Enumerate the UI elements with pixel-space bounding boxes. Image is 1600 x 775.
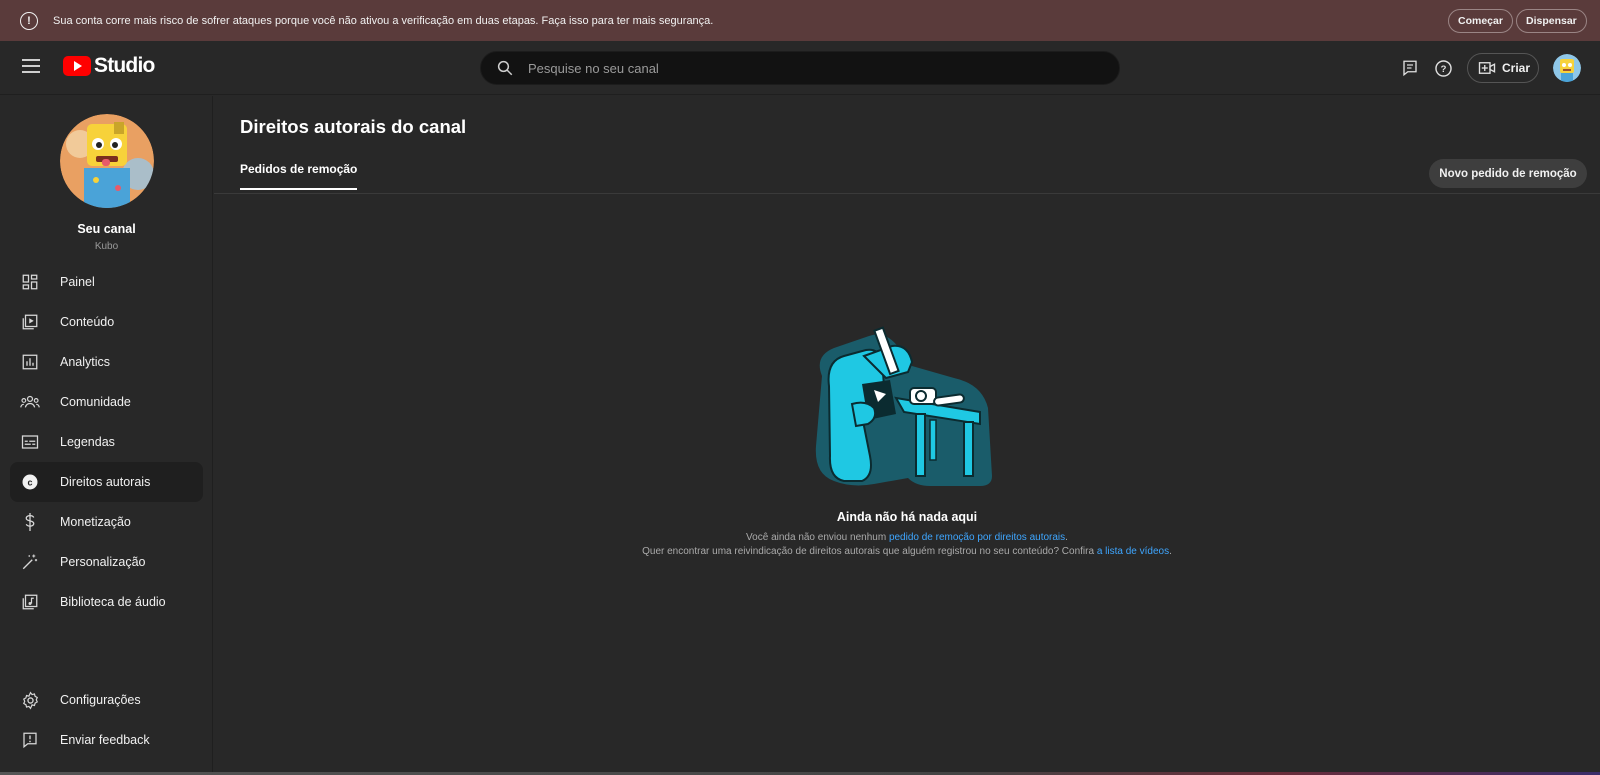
- audio-library-icon: [20, 592, 40, 612]
- svg-text:?: ?: [1440, 64, 1446, 75]
- dashboard-icon: [20, 272, 40, 292]
- tab-divider: [214, 193, 1600, 194]
- nav-item-copyright[interactable]: c Direitos autorais: [10, 462, 203, 502]
- nav-item-community[interactable]: Comunidade: [10, 382, 203, 422]
- top-header: Studio Pesquise no seu canal ? Criar: [0, 41, 1600, 95]
- nav-item-label: Enviar feedback: [60, 733, 150, 747]
- nav-item-label: Legendas: [60, 435, 115, 449]
- nav-item-label: Personalização: [60, 555, 146, 569]
- create-button[interactable]: Criar: [1467, 53, 1539, 83]
- comment-feedback-icon[interactable]: [1399, 57, 1421, 79]
- studio-logo[interactable]: Studio: [63, 54, 155, 78]
- nav-item-label: Monetização: [60, 515, 131, 529]
- removal-request-link[interactable]: pedido de remoção por direitos autorais: [889, 532, 1065, 543]
- nav-item-label: Comunidade: [60, 395, 131, 409]
- sidebar: Seu canal Kubo Painel Conteúdo Analytics…: [0, 96, 213, 775]
- create-video-icon: [1478, 62, 1496, 74]
- copyright-icon: c: [20, 472, 40, 492]
- gear-icon: [20, 690, 40, 710]
- nav-item-settings[interactable]: Configurações: [10, 680, 203, 720]
- account-avatar[interactable]: [1553, 54, 1581, 82]
- nav-item-customization[interactable]: Personalização: [10, 542, 203, 582]
- empty-state-line-1: Você ainda não enviou nenhum pedido de r…: [214, 532, 1600, 543]
- nav-item-label: Biblioteca de áudio: [60, 595, 166, 609]
- nav-item-label: Direitos autorais: [60, 475, 151, 489]
- search-icon: [497, 60, 513, 76]
- magic-wand-icon: [20, 552, 40, 572]
- menu-icon[interactable]: [22, 59, 40, 73]
- empty-state-illustration: [804, 316, 994, 491]
- video-list-link[interactable]: a lista de vídeos: [1097, 546, 1169, 557]
- dollar-icon: [20, 512, 40, 532]
- analytics-icon: [20, 352, 40, 372]
- security-banner: ! Sua conta corre mais risco de sofrer a…: [0, 0, 1600, 41]
- dismiss-button[interactable]: Dispensar: [1516, 9, 1587, 33]
- nav-item-label: Configurações: [60, 693, 141, 707]
- empty-line-2-text: Quer encontrar uma reivindicação de dire…: [642, 546, 1097, 557]
- youtube-play-icon: [63, 56, 91, 76]
- channel-title: Seu canal: [77, 222, 136, 236]
- nav-item-label: Painel: [60, 275, 95, 289]
- banner-message: Sua conta corre mais risco de sofrer ata…: [53, 14, 714, 27]
- start-button[interactable]: Começar: [1448, 9, 1513, 33]
- subtitles-icon: [20, 432, 40, 452]
- main-content: Direitos autorais do canal Pedidos de re…: [214, 96, 1600, 775]
- search-placeholder: Pesquise no seu canal: [528, 60, 659, 76]
- svg-text:c: c: [27, 477, 32, 487]
- new-removal-request-button[interactable]: Novo pedido de remoção: [1429, 159, 1587, 188]
- empty-state-title: Ainda não há nada aqui: [836, 510, 978, 524]
- nav-item-label: Analytics: [60, 355, 111, 369]
- nav-item-audio-library[interactable]: Biblioteca de áudio: [10, 582, 203, 622]
- nav-item-label: Conteúdo: [60, 315, 115, 329]
- tab-removal-requests[interactable]: Pedidos de remoção: [240, 162, 358, 190]
- content-icon: [20, 312, 40, 332]
- empty-state-line-2: Quer encontrar uma reivindicação de dire…: [214, 546, 1600, 557]
- empty-line-1-text: Você ainda não enviou nenhum: [746, 532, 889, 543]
- channel-handle: Kubo: [94, 241, 119, 252]
- nav-item-monetization[interactable]: Monetização: [10, 502, 203, 542]
- alert-icon: !: [20, 11, 38, 30]
- page-title: Direitos autorais do canal: [240, 116, 467, 137]
- community-icon: [20, 392, 40, 412]
- empty-line-2-suffix: .: [1169, 546, 1172, 557]
- feedback-icon: [20, 730, 40, 750]
- channel-avatar[interactable]: [60, 114, 154, 208]
- create-label: Criar: [1502, 61, 1531, 75]
- nav-item-subtitles[interactable]: Legendas: [10, 422, 203, 462]
- logo-text: Studio: [94, 54, 155, 77]
- nav-item-analytics[interactable]: Analytics: [10, 342, 203, 382]
- nav-item-feedback[interactable]: Enviar feedback: [10, 720, 203, 760]
- help-icon[interactable]: ?: [1432, 57, 1454, 79]
- nav-item-content[interactable]: Conteúdo: [10, 302, 203, 342]
- search-input[interactable]: Pesquise no seu canal: [480, 51, 1120, 85]
- nav-item-dashboard[interactable]: Painel: [10, 262, 203, 302]
- empty-line-1-suffix: .: [1065, 532, 1068, 543]
